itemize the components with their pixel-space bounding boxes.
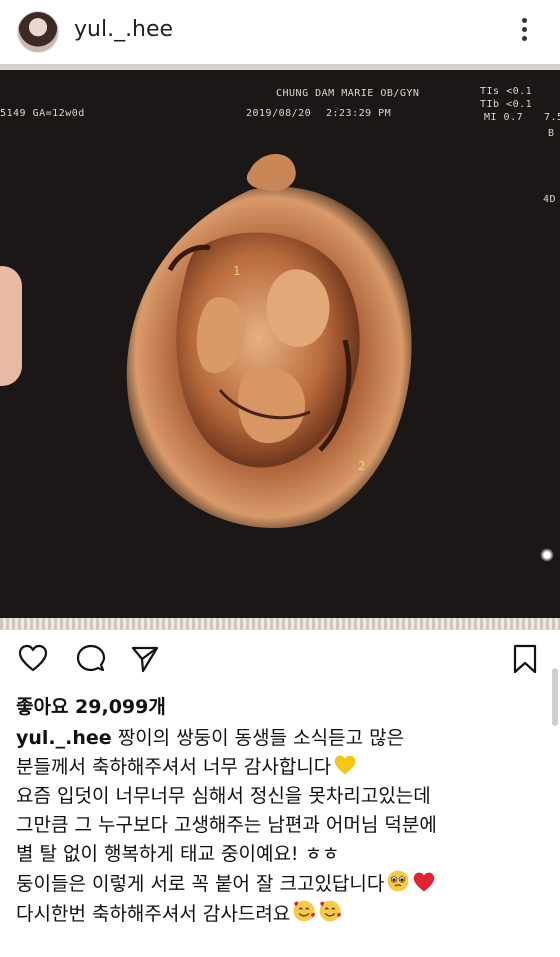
comment-icon[interactable] [76,644,106,674]
caption-line: yul._.hee 짱이의 쌍둥이 동생들 소식듣고 많은 [16,724,536,753]
red-heart-icon [414,872,435,892]
caption-text: 다시한번 축하해주셔서 감사드려요 [16,903,291,925]
username[interactable]: yul._.hee [74,17,173,42]
smiling-face-with-hearts-icon [293,900,316,922]
tib-label: TIb <0.1 [480,99,533,110]
heart-icon[interactable] [18,644,48,674]
right-number: 7.5 [544,112,560,123]
id-ga-label: 5149 GA=12w0d [0,108,85,119]
pleading-face-icon [387,870,409,892]
scrollbar[interactable] [552,668,558,726]
right-letter: B [548,128,555,139]
marker-1: 1 [233,264,241,278]
clinic-label: CHUNG DAM MARIE OB/GYN [276,88,420,99]
marker-2: 2 [358,459,366,473]
scan-date: 2019/08/20 [246,108,312,119]
caption-text: 둥이들은 이렇게 서로 꼭 붙어 잘 크고있답니다 [16,873,385,895]
avatar[interactable] [18,12,58,52]
scan-time: 2:23:29 PM [326,108,392,119]
smiling-face-with-hearts-icon [319,900,342,922]
more-options-icon[interactable] [518,18,530,46]
mode-label: 4D [543,194,557,205]
yellow-heart-icon [335,755,356,775]
caption: yul._.hee 짱이의 쌍둥이 동생들 소식듣고 많은 분들께서 축하해주셔… [16,724,536,929]
caption-line: 둥이들은 이렇게 서로 꼭 붙어 잘 크고있답니다 [16,869,536,899]
caption-text: 요즘 입덧이 너무너무 심해서 정신을 못차리고있는데 [16,785,431,807]
reflection [540,548,554,562]
mi-label: MI 0.7 [484,112,524,123]
post-header: yul._.hee [0,0,560,64]
ultrasound-image: CHUNG DAM MARIE OB/GYN 5149 GA=12w0d 201… [0,70,560,622]
caption-line: 요즘 입덧이 너무너무 심해서 정신을 못차리고있는데 [16,782,536,811]
share-icon[interactable] [130,644,160,674]
caption-line: 그만큼 그 누구보다 고생해주는 남편과 어머님 덕분에 [16,811,536,840]
tis-label: TIs <0.1 [480,86,533,97]
post-photo[interactable]: CHUNG DAM MARIE OB/GYN 5149 GA=12w0d 201… [0,64,560,630]
bookmark-icon[interactable] [510,644,540,674]
caption-text: 그만큼 그 누구보다 고생해주는 남편과 어머님 덕분에 [16,814,437,836]
caption-text: 짱이의 쌍둥이 동생들 소식듣고 많은 [117,727,405,749]
caption-text: 별 탈 없이 행복하게 태교 중이예요! ㅎㅎ [16,843,340,865]
caption-line: 다시한번 축하해주셔서 감사드려요 [16,899,536,929]
caption-text: 분들께서 축하해주셔서 너무 감사합니다 [16,756,332,778]
fetus-render: 1 2 [126,153,412,528]
caption-line: 분들께서 축하해주셔서 너무 감사합니다 [16,753,536,782]
finger [0,266,22,386]
action-bar [0,630,560,686]
likes-count[interactable]: 좋아요 29,099개 [16,692,166,719]
photo-bottom-edge [0,618,560,630]
caption-line: 별 탈 없이 행복하게 태교 중이예요! ㅎㅎ [16,840,536,869]
caption-username[interactable]: yul._.hee [16,727,112,749]
